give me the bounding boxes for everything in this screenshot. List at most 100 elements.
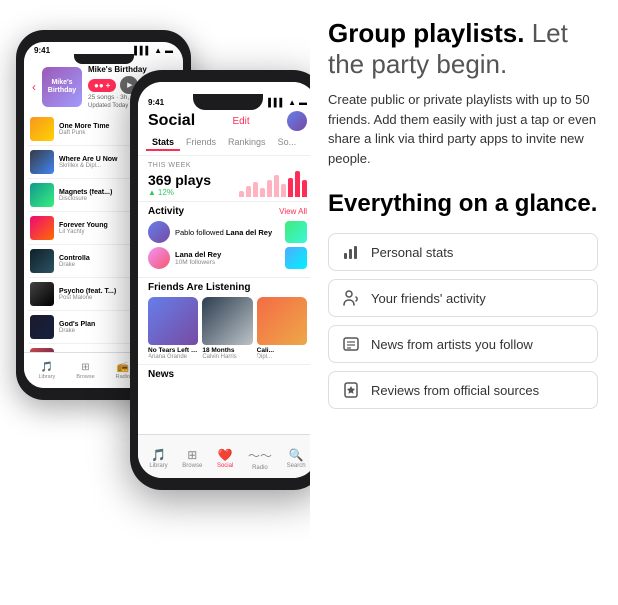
lana-name: Lana del Rey: [175, 250, 280, 259]
tab-social-front[interactable]: ❤️ Social: [217, 444, 233, 469]
add-button[interactable]: ●● +: [88, 79, 116, 92]
personal-stats-label: Personal stats: [371, 245, 453, 260]
notch-front: [193, 94, 263, 110]
chart-bar: [295, 171, 300, 197]
tab-library-front[interactable]: 🎵 Library: [149, 444, 167, 469]
calvin-artist: Calvin Harris: [202, 354, 252, 360]
tab-browse-label: Browse: [76, 374, 94, 380]
calvin-title: 18 Months: [202, 347, 252, 354]
time-front: 9:41: [148, 98, 164, 107]
friends-albums: No Tears Left To Cr... Ariana Grande 18 …: [148, 297, 307, 360]
tab-search-front[interactable]: 🔍 Search: [287, 444, 306, 469]
chart-bar: [239, 191, 244, 198]
news-artists-label: News from artists you follow: [371, 337, 533, 352]
library-icon: 🎵: [41, 362, 53, 373]
friends-title: Friends Are Listening: [148, 282, 307, 293]
time-back: 9:41: [34, 46, 50, 55]
song-art: [30, 216, 54, 240]
chart-bar: [267, 180, 272, 197]
group-playlists-heading: Group playlists. Let the party begin.: [328, 18, 598, 80]
app-layout: 9:41 ▌▌▌ ▲ ▬ ‹ Mike's Birthday Mike's Bi…: [0, 0, 618, 605]
percent-value: 12%: [158, 188, 174, 197]
radio-icon: 📻: [117, 362, 129, 373]
radio-front-icon: 〜〜: [248, 447, 272, 464]
tab-radio-front[interactable]: 〜〜 Radio: [248, 443, 272, 471]
browse-front-label: Browse: [182, 463, 202, 469]
activity-section: Activity View All Pablo followed Lana de…: [138, 201, 310, 277]
tab-rankings[interactable]: Rankings: [222, 135, 272, 151]
phone-front: 9:41 ▌▌▌ ▲ ▬ Social Edit Stats Frie: [130, 70, 310, 490]
album-ariana[interactable]: No Tears Left To Cr... Ariana Grande: [148, 297, 198, 360]
tab-friends[interactable]: Friends: [180, 135, 222, 151]
chart-bar: [302, 180, 307, 197]
wifi-front-icon: ▲: [288, 98, 296, 107]
browse-icon: ⊞: [81, 362, 89, 373]
tab-browse-front[interactable]: ⊞ Browse: [182, 444, 202, 469]
segment-control: Stats Friends Rankings So...: [138, 131, 310, 156]
star-doc-icon: [341, 380, 361, 400]
radio-front-label: Radio: [252, 465, 268, 471]
bar-chart-icon: [341, 242, 361, 262]
tab-browse-back[interactable]: ⊞ Browse: [76, 362, 94, 380]
group-playlists-desc: Create public or private playlists with …: [328, 90, 598, 168]
song-art: [30, 117, 54, 141]
wifi-icon: ▲: [154, 46, 162, 55]
tab-radio-label: Radio: [116, 374, 130, 380]
playlist-card-art: Mike's Birthday: [42, 67, 82, 107]
plays-row: 369 plays ▲ 12%: [148, 169, 307, 197]
glance-section: Everything on a glance. Personal stats: [328, 190, 598, 409]
feature-personal-stats: Personal stats: [328, 233, 598, 271]
signal-front-icon: ▌▌▌: [268, 98, 285, 107]
ariana-artist: Ariana Grande: [148, 354, 198, 360]
status-icons-back: ▌▌▌ ▲ ▬: [134, 46, 173, 55]
search-front-label: Search: [287, 463, 306, 469]
tab-library-back[interactable]: 🎵 Library: [39, 362, 56, 380]
library-front-icon: 🎵: [151, 448, 166, 462]
album-diplo[interactable]: Cali... Dipl...: [257, 297, 307, 360]
view-all-button[interactable]: View All: [279, 207, 307, 216]
plays-info: 369 plays ▲ 12%: [148, 172, 211, 197]
tab-bar-front: 🎵 Library ⊞ Browse ❤️ Social 〜〜 Radio: [138, 434, 310, 478]
song-art: [30, 315, 54, 339]
mini-chart: [239, 169, 307, 197]
signal-icon: ▌▌▌: [134, 46, 151, 55]
song-art: [30, 183, 54, 207]
chart-bar: [281, 184, 286, 197]
playlist-card-text: Mike's Birthday: [48, 79, 76, 96]
chart-bar: [288, 178, 293, 198]
activity-lana-text: Lana del Rey 10M followers: [175, 250, 280, 266]
diplo-title: Cali...: [257, 347, 307, 354]
user-avatar[interactable]: [287, 111, 307, 131]
phone-front-screen: 9:41 ▌▌▌ ▲ ▬ Social Edit Stats Frie: [138, 82, 310, 478]
glance-heading: Everything on a glance.: [328, 190, 598, 219]
group-playlists-section: Group playlists. Let the party begin. Cr…: [328, 18, 598, 190]
lana-followers: 10M followers: [175, 259, 280, 266]
feature-list: Personal stats Your friends' activity: [328, 233, 598, 409]
activity-header: Activity View All: [148, 206, 307, 217]
album-calvin[interactable]: 18 Months Calvin Harris: [202, 297, 252, 360]
chart-bar: [274, 175, 279, 197]
tab-radio-back[interactable]: 📻 Radio: [116, 362, 130, 380]
avatar-lana: [148, 247, 170, 269]
ariana-art: [148, 297, 198, 345]
ariana-title: No Tears Left To Cr...: [148, 347, 198, 354]
back-chevron-icon[interactable]: ‹: [32, 80, 36, 94]
notch-back: [74, 54, 134, 64]
front-header: Social Edit: [138, 109, 310, 131]
activity-pablo-text: Pablo followed Lana del Rey: [175, 228, 280, 237]
diplo-art: [257, 297, 307, 345]
group-playlists-bold: Group playlists.: [328, 18, 525, 48]
feature-reviews: Reviews from official sources: [328, 371, 598, 409]
library-front-label: Library: [149, 463, 167, 469]
tab-stats[interactable]: Stats: [146, 135, 180, 151]
calvin-art: [202, 297, 252, 345]
chart-bar: [253, 182, 258, 197]
edit-button[interactable]: Edit: [232, 116, 249, 127]
right-side: Group playlists. Let the party begin. Cr…: [310, 0, 618, 605]
tab-social-more[interactable]: So...: [272, 135, 303, 151]
phones-section: 9:41 ▌▌▌ ▲ ▬ ‹ Mike's Birthday Mike's Bi…: [0, 0, 310, 605]
stats-section: THIS WEEK 369 plays ▲ 12%: [138, 156, 310, 201]
social-front-label: Social: [217, 463, 233, 469]
add-icon: ●●: [94, 81, 104, 90]
person-wave-icon: [341, 288, 361, 308]
